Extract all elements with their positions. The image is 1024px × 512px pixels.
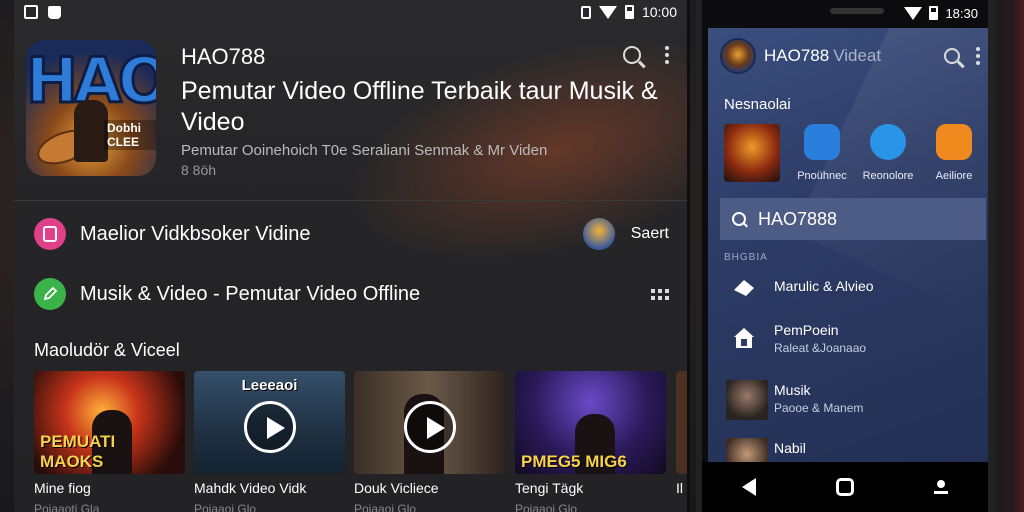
item-subtitle: Raleat &Joanaao <box>774 341 867 355</box>
musician-figure <box>74 100 108 162</box>
chat-icon <box>804 124 840 160</box>
thumbnail-meta: Poiaaoti Gla <box>34 502 100 512</box>
vibrate-icon <box>580 5 591 19</box>
row-label: Musik & Video - Pemutar Video Offline <box>80 282 421 305</box>
app-rating: 8 8öh <box>181 162 217 178</box>
video-thumbnail[interactable] <box>354 371 505 474</box>
video-thumbnail-strip: PEMUATI MAOKS Leeeaoi PMEG5 MIG6 Mine fi… <box>34 371 687 512</box>
search-icon[interactable] <box>944 48 960 64</box>
video-file-icon <box>34 218 66 250</box>
accessibility-icon[interactable] <box>934 480 948 494</box>
app-shortcut-row: Pnoühnec Reonolore Aeiliore <box>722 124 984 184</box>
screenshot-stage: 10:00 HAO Dobhi CLEE HAO788 Pemutar Vide… <box>0 0 1024 512</box>
status-bar: 18:30 <box>702 0 988 26</box>
edit-icon <box>34 278 66 310</box>
back-icon[interactable] <box>742 478 756 496</box>
thumbnail-meta: Poiaaoi Glo <box>194 502 257 512</box>
avatar[interactable] <box>720 38 756 74</box>
screen-icon <box>24 5 38 19</box>
search-icon <box>732 212 746 226</box>
item-subtitle: Paooe & Manem <box>774 401 864 415</box>
musician-thumbnail-icon <box>724 124 780 182</box>
avatar[interactable] <box>582 218 615 250</box>
app-shortcut-2[interactable]: Reonolore <box>858 124 918 182</box>
app-shortcut-label: Pnoühnec <box>797 170 847 182</box>
thumbnail-title[interactable]: Tengi Tägk <box>515 480 583 496</box>
app-description: Pemutar Video Offline Terbaik taur Musik… <box>181 77 658 136</box>
drawer-title-name: HAO788 <box>764 46 830 65</box>
list-row-2[interactable]: Musik & Video - Pemutar Video Offline <box>34 274 669 314</box>
app-drawer: HAO788 Videat Nesnaolai Pnoühnec Reonolor <box>708 28 988 462</box>
thumbnail-meta: Poiaaoi Glo <box>354 502 417 512</box>
item-title: Marulic & Alvieo <box>774 278 874 294</box>
row-label: Maelior Vidkbsoker Vidine <box>80 222 311 245</box>
right-phone-screen: 18:30 HAO788 Videat Nesnaolai Pnoühnec R… <box>696 0 996 512</box>
more-options-icon[interactable] <box>665 46 669 64</box>
row-right-label[interactable]: Saert <box>631 225 669 243</box>
thumbnail-title[interactable]: Douk Vicliece <box>354 480 439 496</box>
battery-icon <box>929 6 939 20</box>
play-icon[interactable] <box>243 400 296 453</box>
item-title: Nabil <box>774 440 806 456</box>
status-bar: 10:00 <box>14 0 687 24</box>
home-button-icon[interactable] <box>836 478 854 496</box>
search-app-icon <box>936 124 972 160</box>
thumbnail-caption: PEMUATI MAOKS <box>40 432 116 471</box>
thumbnail-title[interactable]: Mahdk Video Vidk <box>194 480 306 496</box>
wifi-icon <box>598 5 617 19</box>
section-title: Maoludör & Viceel <box>34 340 180 360</box>
app-header: HAO Dobhi CLEE HAO788 Pemutar Video Offl… <box>26 40 687 180</box>
app-icon-subtext: Dobhi CLEE <box>104 120 156 150</box>
item-title: PemPoein <box>774 322 839 338</box>
list-row-1[interactable]: Maelior Vidkbsoker Vidine Saert <box>34 214 669 254</box>
musik-thumbnail-icon <box>726 380 768 420</box>
home-icon <box>734 328 754 348</box>
app-shortcut-1[interactable]: Pnoühnec <box>792 124 852 182</box>
drawer-item-3[interactable]: Musik Paooe & Manem <box>726 380 986 420</box>
video-thumbnail[interactable] <box>676 371 687 474</box>
item-title: Musik <box>774 382 811 398</box>
drawer-item-2[interactable]: PemPoein Raleat &Joanaao <box>726 320 986 360</box>
search-value: HAO7888 <box>758 208 838 229</box>
music-hand-icon <box>734 280 754 296</box>
battery-icon <box>624 5 634 19</box>
video-thumbnail[interactable]: PEMUATI MAOKS <box>34 371 185 474</box>
play-icon[interactable] <box>403 400 456 453</box>
search-icon[interactable] <box>623 46 641 64</box>
thumbnail-title[interactable]: Mine fiog <box>34 480 91 496</box>
right-edge-backdrop <box>996 0 1024 512</box>
wifi-icon <box>904 6 923 20</box>
app-shortcut-3[interactable]: Aeiliore <box>924 124 984 182</box>
app-shortcut-label: Reonolore <box>862 170 914 182</box>
drawer-header: HAO788 Videat <box>720 38 980 74</box>
app-icon[interactable]: HAO Dobhi CLEE <box>26 40 156 176</box>
status-time: 18:30 <box>945 5 978 21</box>
left-phone-screen: 10:00 HAO Dobhi CLEE HAO788 Pemutar Vide… <box>14 0 690 512</box>
thumbnail-caption: Leeeaoi <box>241 377 298 394</box>
app-shortcut-hao[interactable] <box>722 124 782 182</box>
drawer-title-suffix: Videat <box>833 46 882 65</box>
video-thumbnail[interactable]: PMEG5 MIG6 <box>515 371 666 474</box>
message-icon <box>870 124 906 160</box>
thumbnail-meta: Poiaaoi Glo <box>515 502 578 512</box>
drawer-title: HAO788 Videat <box>764 46 881 66</box>
app-name: HAO788 <box>181 44 266 69</box>
app-shortcut-label: Aeiliore <box>935 170 973 182</box>
section-title: Nesnaolai <box>724 96 791 113</box>
drawer-item-4[interactable]: Nabil <box>726 438 986 462</box>
status-time: 10:00 <box>641 4 677 20</box>
nabil-thumbnail-icon <box>726 438 768 462</box>
drawer-item-1[interactable]: Marulic & Alvieo <box>726 270 986 310</box>
more-options-icon[interactable] <box>976 47 980 65</box>
bag-icon <box>48 5 61 19</box>
list-section-label: BHGBIA <box>724 252 768 263</box>
app-subtitle: Pemutar Ooinehoich T0e Seraliani Senmak … <box>181 142 548 159</box>
divider <box>14 200 687 201</box>
thumbnail-caption: PMEG5 MIG6 <box>521 452 627 471</box>
video-thumbnail[interactable]: Leeeaoi <box>194 371 345 474</box>
thumbnail-title[interactable]: Il <box>676 480 683 496</box>
navigation-bar <box>702 462 988 512</box>
grid-menu-icon[interactable] <box>651 288 669 300</box>
search-field[interactable]: HAO7888 <box>720 198 986 240</box>
